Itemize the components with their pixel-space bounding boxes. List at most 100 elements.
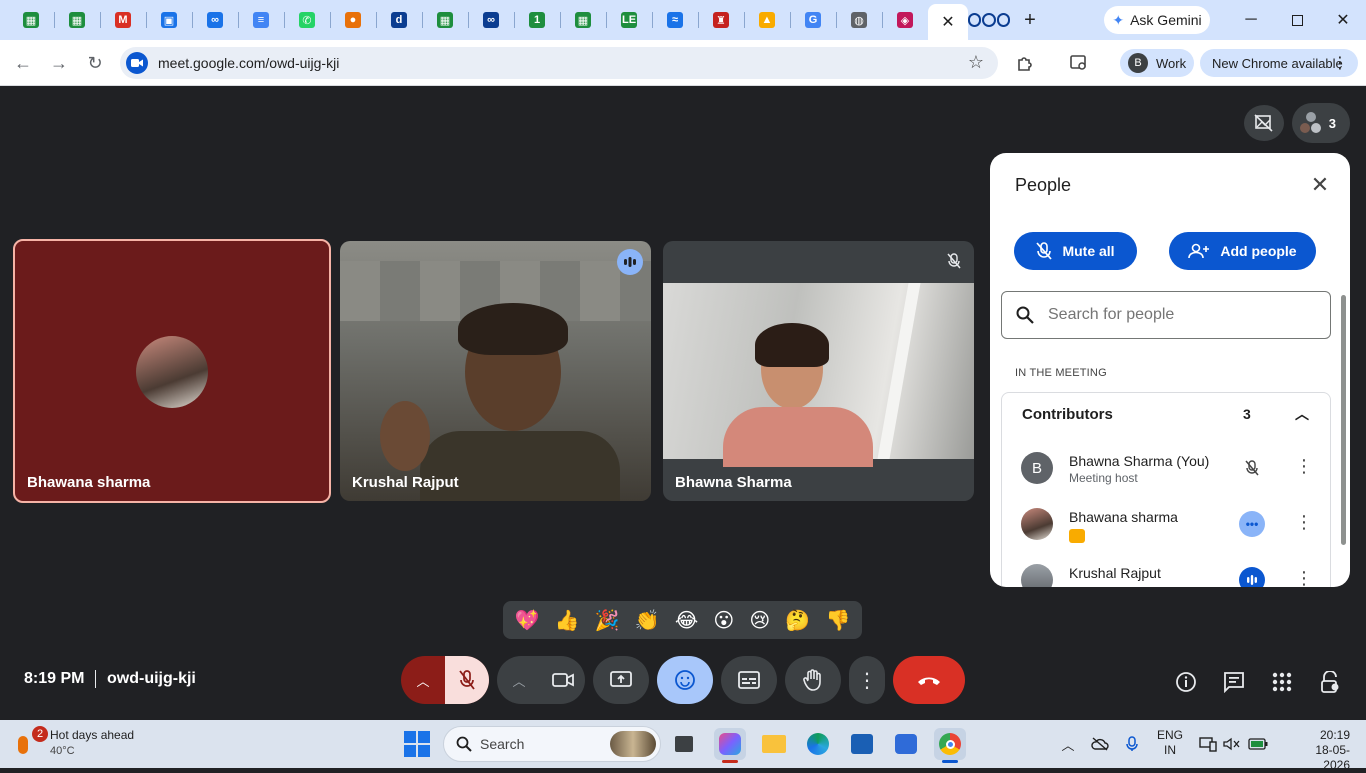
edge-icon[interactable] <box>802 728 834 760</box>
chevron-up-icon[interactable]: ︿ <box>1058 734 1078 754</box>
info-icon[interactable] <box>1173 669 1199 695</box>
mic-off-icon[interactable] <box>445 656 489 704</box>
address-bar[interactable]: meet.google.com/owd-uijg-kji ☆ <box>120 47 998 79</box>
list-item[interactable]: Bhawana sharma ••• ⋮ <box>1002 497 1330 553</box>
close-icon[interactable]: ✕ <box>1308 172 1332 197</box>
browser-tab[interactable]: ▦ <box>8 6 54 34</box>
add-people-button[interactable]: Add people <box>1169 232 1316 270</box>
participants-chip[interactable]: 3 <box>1292 103 1350 143</box>
present-screen-icon[interactable] <box>593 656 649 704</box>
more-options-icon[interactable]: ⋮ <box>1295 569 1313 587</box>
more-options-icon[interactable]: ⋮ <box>849 656 885 704</box>
file-explorer-icon[interactable] <box>758 728 790 760</box>
network-icon[interactable] <box>1198 734 1218 754</box>
more-options-icon[interactable]: ⋮ <box>1295 513 1313 531</box>
reaction-button[interactable]: 🤔 <box>785 608 810 633</box>
minimize-icon[interactable]: ─ <box>1236 8 1266 32</box>
panel-scrollbar[interactable] <box>1341 295 1346 545</box>
reaction-button[interactable]: 🎉 <box>595 608 620 633</box>
weather-widget[interactable]: 2 Hot days ahead 40°C <box>18 726 158 762</box>
browser-tab[interactable]: ▲ <box>744 6 790 34</box>
mute-all-button[interactable]: Mute all <box>1014 232 1137 270</box>
browser-tab[interactable]: M <box>100 6 146 34</box>
new-tab-button[interactable]: + <box>1018 8 1042 32</box>
browser-tab[interactable]: LE <box>606 6 652 34</box>
store-icon[interactable] <box>846 728 878 760</box>
video-tile-krushal[interactable]: Krushal Rajput <box>340 241 651 501</box>
browser-tab[interactable]: ♜ <box>698 6 744 34</box>
emoji-reactions-icon[interactable] <box>657 656 713 704</box>
remote-desktop-icon[interactable] <box>890 728 922 760</box>
mic-options-chevron-icon[interactable]: ︿ <box>401 656 445 704</box>
reaction-button[interactable]: 😢 <box>749 608 770 633</box>
mic-off-icon[interactable] <box>1239 455 1265 481</box>
reaction-button[interactable]: 😂 <box>675 608 698 633</box>
tab-extra[interactable] <box>966 6 1012 34</box>
browser-tab[interactable]: ∞ <box>192 6 238 34</box>
captions-icon[interactable] <box>721 656 777 704</box>
contributors-header[interactable]: Contributors 3 ︿ <box>1002 393 1330 435</box>
reload-icon[interactable]: ↻ <box>82 50 108 76</box>
reaction-button[interactable]: 👏 <box>635 608 660 633</box>
browser-tab[interactable]: ≈ <box>652 6 698 34</box>
battery-icon[interactable] <box>1248 734 1268 754</box>
onedrive-off-icon[interactable] <box>1090 734 1110 754</box>
volume-muted-icon[interactable] <box>1222 734 1242 754</box>
browser-tab[interactable]: ≡ <box>238 6 284 34</box>
search-people-box[interactable] <box>1001 291 1331 339</box>
browser-tab[interactable]: ✆ <box>284 6 330 34</box>
browser-tab[interactable]: 1 <box>514 6 560 34</box>
chrome-icon[interactable] <box>934 728 966 763</box>
meet-site-icon[interactable] <box>126 52 148 74</box>
chevron-up-icon[interactable]: ︿ <box>1295 404 1309 424</box>
browser-tab[interactable]: ● <box>330 6 376 34</box>
reaction-button[interactable]: 😮 <box>713 608 734 633</box>
reaction-button[interactable]: 💖 <box>515 608 540 633</box>
more-horizontal-icon[interactable]: ••• <box>1239 511 1265 537</box>
more-options-icon[interactable]: ⋮ <box>1295 457 1313 475</box>
windows-start-icon[interactable] <box>404 731 430 757</box>
camera-icon[interactable] <box>541 656 585 704</box>
chat-icon[interactable] <box>1221 669 1247 695</box>
camera-hidden-icon[interactable] <box>1244 105 1284 141</box>
reaction-button[interactable]: 👎 <box>825 608 850 633</box>
video-tile-bhawana[interactable]: Bhawana sharma <box>13 239 331 503</box>
microphone-icon[interactable] <box>1122 734 1142 754</box>
input-language[interactable]: ENG IN <box>1157 728 1183 758</box>
microsoft-365-icon[interactable] <box>714 728 746 763</box>
video-tile-bhawna[interactable]: Bhawna Sharma <box>663 241 974 501</box>
browser-tab[interactable]: ◍ <box>836 6 882 34</box>
browser-tab[interactable]: G <box>790 6 836 34</box>
profile-chip[interactable]: B Work <box>1120 49 1194 77</box>
extensions-icon[interactable] <box>1012 50 1038 76</box>
ask-gemini-button[interactable]: ✦ Ask Gemini <box>1104 6 1210 34</box>
back-icon[interactable]: ← <box>10 50 36 76</box>
task-view-icon[interactable] <box>668 728 700 760</box>
reaction-button[interactable]: 👍 <box>555 608 580 633</box>
camera-options-chevron-icon[interactable]: ︿ <box>497 656 541 704</box>
chrome-update-button[interactable]: New Chrome available ⋮ <box>1200 49 1358 77</box>
active-tab[interactable]: ✕ <box>928 4 968 40</box>
tab-search-icon[interactable] <box>1066 50 1092 76</box>
forward-icon[interactable]: → <box>46 50 72 76</box>
browser-tab[interactable]: d <box>376 6 422 34</box>
list-item[interactable]: Krushal Rajput ⋮ <box>1002 553 1330 587</box>
browser-tab[interactable]: ◈ <box>882 6 928 34</box>
raise-hand-icon[interactable] <box>785 656 841 704</box>
close-tab-icon[interactable]: ✕ <box>941 12 954 32</box>
system-clock[interactable]: 20:19 18-05-2026 <box>1290 728 1350 773</box>
browser-tab[interactable]: ∞ <box>468 6 514 34</box>
activities-icon[interactable] <box>1269 669 1295 695</box>
browser-tab[interactable]: ▣ <box>146 6 192 34</box>
window-close-icon[interactable]: ✕ <box>1328 8 1358 32</box>
maximize-icon[interactable] <box>1282 8 1312 32</box>
browser-tab[interactable]: ▦ <box>422 6 468 34</box>
leave-call-icon[interactable] <box>893 656 965 704</box>
host-controls-icon[interactable] <box>1317 669 1343 695</box>
bookmark-star-icon[interactable]: ☆ <box>968 52 984 73</box>
list-item[interactable]: B Bhawna Sharma (You) Meeting host ⋮ <box>1002 441 1330 497</box>
search-people-input[interactable] <box>1048 306 1298 324</box>
taskbar-search-box[interactable]: Search <box>443 726 661 762</box>
url-text[interactable]: meet.google.com/owd-uijg-kji <box>158 55 339 71</box>
browser-tab[interactable]: ▦ <box>560 6 606 34</box>
